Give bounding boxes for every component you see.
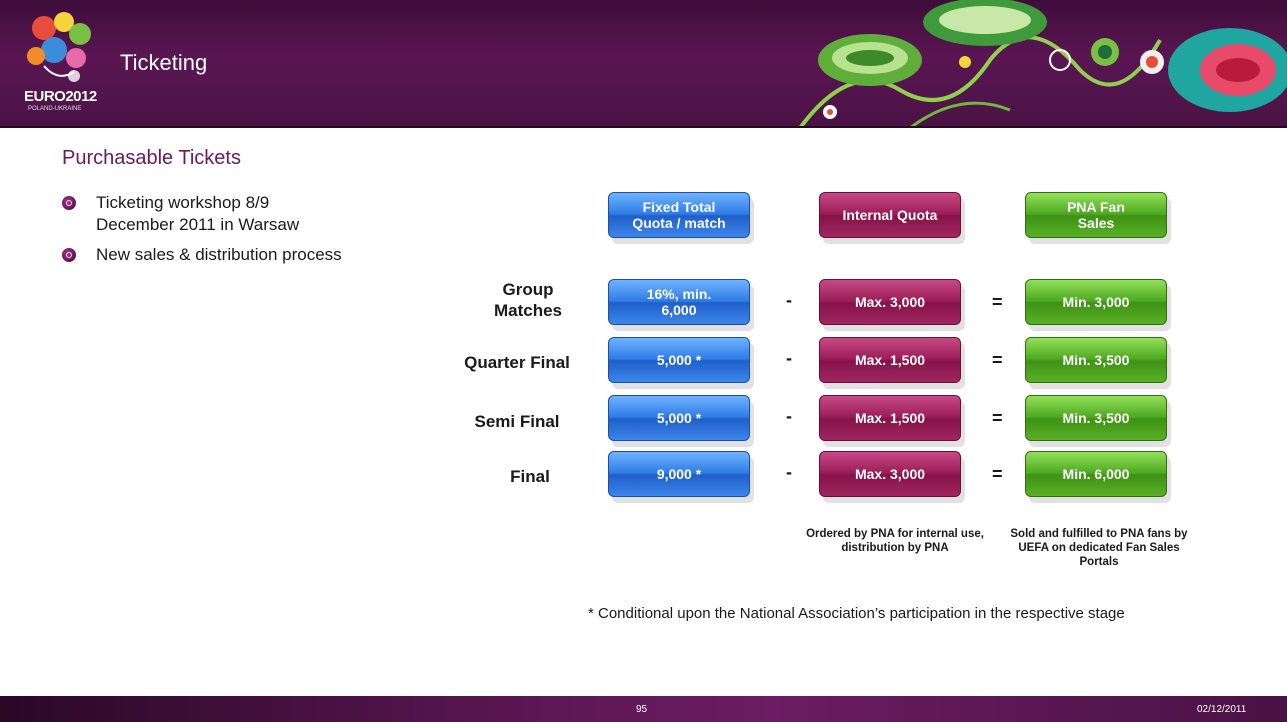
cell-fan: Min. 3,500 [1025,395,1167,441]
cell-internal: Max. 1,500 [819,337,961,383]
equals-sign: = [992,408,1003,428]
equals-sign: = [992,350,1003,370]
equals-sign: = [992,292,1003,312]
header-band: EURO2012 POLAND-UKRAINE Ticketing [0,0,1287,128]
header-title: Ticketing [120,50,208,75]
cell-fan: Min. 6,000 [1025,451,1167,497]
row-label-quarter-final: Quarter Final [464,353,570,372]
footnote: * Conditional upon the National Associat… [588,605,1125,622]
bullet-text: Ticketing workshop 8/9 December 2011 in … [96,193,300,234]
cell-fixed: 5,000 * [608,395,750,441]
cell-fixed: 9,000 * [608,451,750,497]
logo-wordmark: EURO2012 [24,88,97,105]
note-internal-quota: Ordered by PNA for internal use, distrib… [806,528,984,554]
footer-date: 02/12/2011 [1197,704,1247,715]
stadium-flower-illustration-icon [798,0,1287,128]
header-fixed-quota: Fixed Total Quota / match [608,192,750,238]
bullet-list: Ticketing workshop 8/9 December 2011 in … [62,192,482,274]
logo-subtext: POLAND-UKRAINE [28,106,82,112]
cell-fixed: 5,000 * [608,337,750,383]
cell-internal: Max. 1,500 [819,395,961,441]
header-divider [0,126,1287,128]
page-title: Purchasable Tickets [62,147,241,169]
equals-sign: = [992,464,1003,484]
minus-sign: - [786,406,792,426]
footer-band: 95 02/12/2011 [0,696,1287,722]
cell-fan: Min. 3,000 [1025,279,1167,325]
header-internal-quota: Internal Quota [819,192,961,238]
bullet-ball-icon [62,248,76,262]
bullet-item: Ticketing workshop 8/9 December 2011 in … [62,192,326,236]
cell-fan: Min. 3,500 [1025,337,1167,383]
bullet-text: New sales & distribution process [96,245,342,264]
bullet-item: New sales & distribution process [62,244,482,266]
minus-sign: - [786,348,792,368]
cell-fixed: 16%, min. 6,000 [608,279,750,325]
row-label-final: Final [510,467,550,486]
minus-sign: - [786,290,792,310]
cell-internal: Max. 3,000 [819,279,961,325]
page-number: 95 [636,704,648,715]
row-label-group-matches: Group Matches [493,280,563,320]
row-label-semi-final: Semi Final [474,412,560,431]
cell-internal: Max. 3,000 [819,451,961,497]
header-pna-fan-sales: PNA Fan Sales [1025,192,1167,238]
note-pna-fan-sales: Sold and fulfilled to PNA fans by UEFA o… [1010,528,1188,568]
minus-sign: - [786,462,792,482]
bullet-ball-icon [62,196,76,210]
